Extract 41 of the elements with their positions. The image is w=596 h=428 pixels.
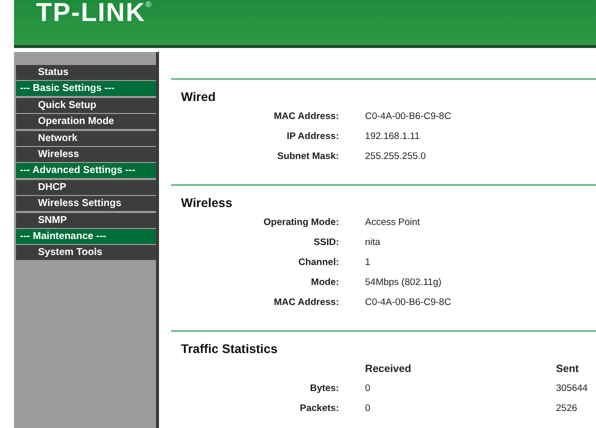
- table-cell-text: 305644: [556, 382, 589, 396]
- field-label: Subnet Mask:: [276, 150, 339, 164]
- column-header: Received: [365, 362, 412, 376]
- section-title: Wired: [181, 90, 217, 104]
- menu-item[interactable]: Status: [16, 65, 156, 80]
- logo: TP-LINK: [36, 0, 146, 24]
- menu-group-heading: --- Maintenance ---: [16, 228, 156, 244]
- menu-item[interactable]: System Tools: [16, 245, 156, 260]
- menu-item[interactable]: Quick Setup: [16, 98, 156, 113]
- field-value: Access Point: [365, 216, 421, 230]
- row-label: Packets:: [298, 402, 339, 416]
- field-value: C0-4A-00-B6-C9-8C: [365, 296, 452, 310]
- field-label: MAC Address:: [272, 110, 339, 124]
- menu-item[interactable]: Network: [16, 130, 156, 146]
- table-cell-text: 0: [365, 382, 372, 396]
- field-value: 192.168.1.11: [365, 130, 421, 144]
- field-value: nita: [365, 236, 382, 250]
- menu-item[interactable]: SNMP: [16, 212, 156, 228]
- field-label: Channel:: [297, 256, 339, 270]
- section-title: Traffic Statistics: [181, 342, 279, 356]
- field-value: 54Mbps (802.11g): [365, 276, 442, 290]
- table-cell-text: 0: [365, 402, 372, 416]
- column-header: Sent: [556, 362, 580, 376]
- field-label: MAC Address:: [272, 296, 339, 310]
- section-title: Wireless: [181, 196, 234, 210]
- field-label: Mode:: [310, 276, 339, 290]
- menu-item[interactable]: Operation Mode: [16, 114, 156, 130]
- menu-item[interactable]: DHCP: [16, 180, 156, 195]
- field-value: 255.255.255.0: [365, 150, 427, 164]
- menu-group-heading: --- Advanced Settings ---: [16, 163, 156, 178]
- row-label: Bytes:: [308, 382, 339, 396]
- registered-mark: ®: [146, 0, 152, 10]
- menu-item[interactable]: Wireless Settings: [16, 196, 156, 212]
- field-label: Operating Mode:: [262, 216, 339, 230]
- field-value: C0-4A-00-B6-C9-8C: [365, 110, 452, 124]
- field-label: IP Address:: [286, 130, 339, 144]
- field-label: SSID:: [312, 236, 339, 250]
- table-cell-text: 2526: [556, 402, 578, 416]
- menu-group-heading: --- Basic Settings ---: [16, 81, 156, 96]
- menu-item[interactable]: Wireless: [16, 146, 156, 162]
- field-value: 1: [365, 256, 372, 270]
